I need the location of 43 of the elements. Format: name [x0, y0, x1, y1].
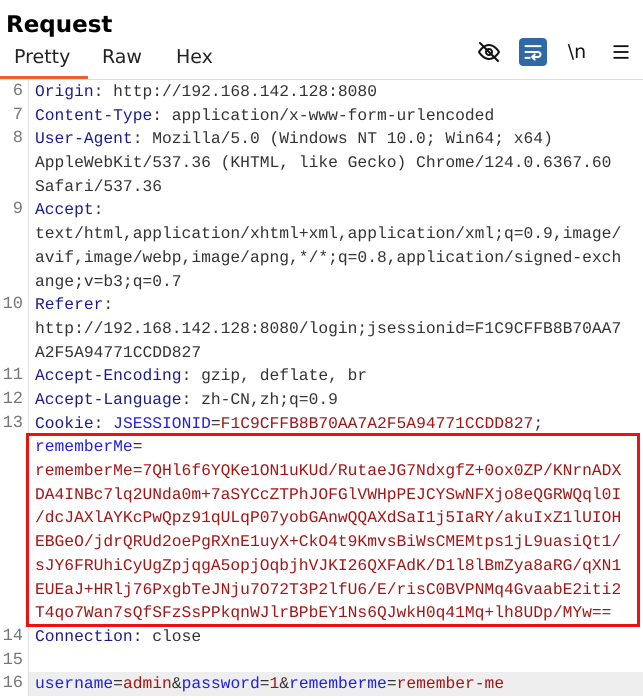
code-line: EUEaJ+HRlj76PxgbTeJNju7O72T3P2lfU6/E/risC0BVPNMq4GvaabE2iti2 — [35, 578, 622, 600]
code-line: User-Agent: Mozilla/5.0 (Windows NT 10.0; Win64; x64) — [35, 128, 554, 150]
code-line: Safari/537.36 — [35, 176, 164, 198]
code-line: A2F5A94771CCDD827 — [35, 342, 202, 364]
code-line: Accept-Encoding: gzip, deflate, br — [35, 365, 368, 388]
newline-toggle[interactable]: \n — [563, 38, 591, 66]
line-number: 7 — [12, 104, 24, 127]
code-line: Referer: — [35, 294, 114, 316]
code-line: http://192.168.142.128:8080/login;jsessionid=F1C9CFFB8B70AA7 — [35, 318, 622, 340]
code-line: Origin: http://192.168.142.128:8080 — [35, 81, 378, 103]
line-number: 15 — [2, 650, 24, 672]
line-number: 9 — [12, 199, 24, 222]
code-line: rememberMe= — [35, 436, 144, 458]
panel-title: Request — [6, 12, 112, 38]
code-line: ange;v=b3;q=0.7 — [35, 270, 183, 293]
line-number: 12 — [2, 388, 24, 411]
code-line: rememberMe=7QHl6f6YQKe1ON1uKUd/RutaeJG7NdxgfZ+0ox0ZP/KNrnADX — [35, 460, 622, 482]
code-line: sJY6FRUhiCyUgZpjqgA5opjOqbjhVJKI26QXFAdK/D1l8lBmZya8aRG/qXN1 — [35, 554, 622, 577]
line-number: 11 — [2, 365, 24, 388]
code-line: /dcJAXlAYKcPwQpz91qULqP07yobGAnwQQAXdSaI1j5IaRY/akuIxZ1lUIOH — [35, 507, 622, 530]
code-line: Accept-Language: zh-CN,zh;q=0.9 — [35, 388, 339, 411]
code-line: Content-Type: application/x-www-form-urlencoded — [35, 104, 496, 127]
tab[interactable]: Pretty — [0, 38, 88, 79]
line-number: 6 — [12, 81, 24, 103]
tab[interactable]: Raw — [88, 38, 162, 79]
code-line: avif,image/webp,image/apng,*/*;q=0.8,application/signed-exch — [35, 246, 622, 269]
code-line: Cookie: JSESSIONID=F1C9CFFB8B70AA7A2F5A94771CCDD827; — [35, 412, 544, 435]
code-line: username=admin&password=1&rememberme=remember-me — [35, 673, 506, 696]
line-number: 10 — [2, 294, 24, 316]
code-line: text/html,application/xhtml+xml,application/xml;q=0.9,image/ — [35, 223, 622, 246]
code-line: Connection: close — [35, 626, 202, 648]
eye-off-icon — [477, 40, 501, 64]
line-number: 13 — [2, 412, 24, 435]
line-number: 8 — [12, 128, 24, 150]
code-line: T4qo7Wan7sQfSFzSsPPkqnWJlrBPbEY1Ns6QJwkH0q41Mq+lh8UDp/MYw== — [35, 602, 612, 624]
code-line: DA4INBc7lq2UNda0m+7aSYCcZTPhJOFGlVWHpPEJCYSwNFXjo8eQGRWQql0I — [35, 484, 622, 506]
tab[interactable]: Hex — [162, 38, 242, 79]
code-line: Accept: — [35, 199, 104, 222]
code-line: EBGeO/jdrQRUd2oePgRXnE1uyX+CkO4t9KmvsBiWsCMEMtps1jL9uasiQt1/ — [35, 531, 622, 554]
wrap-toggle[interactable] — [519, 38, 547, 66]
line-number: 16 — [2, 673, 24, 696]
code-line: AppleWebKit/537.36 (KHTML, like Gecko) Chrome/124.0.6367.60 — [35, 152, 612, 174]
line-number: 14 — [2, 626, 24, 648]
